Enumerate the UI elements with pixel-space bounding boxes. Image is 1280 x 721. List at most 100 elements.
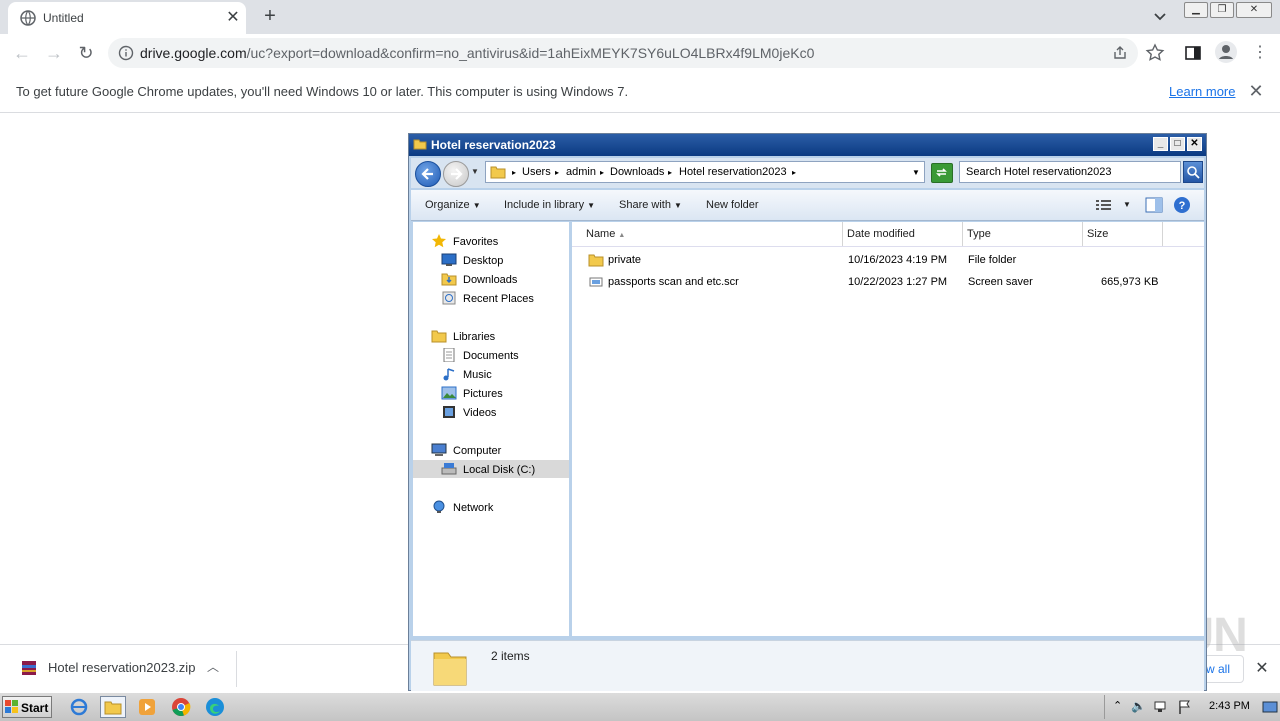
restore-button[interactable]: ❐ (1210, 2, 1234, 18)
taskbar-internet-explorer[interactable] (66, 696, 92, 718)
close-window-button[interactable]: ✕ (1236, 2, 1272, 18)
column-type[interactable]: Type (967, 228, 991, 240)
view-options-icon[interactable] (1095, 198, 1113, 212)
search-icon[interactable] (1183, 161, 1203, 183)
explorer-back-button[interactable] (415, 161, 441, 187)
crumb-arrow[interactable]: ▸ (512, 168, 516, 177)
profile-avatar-icon[interactable] (1214, 40, 1238, 64)
download-file-name[interactable]: Hotel reservation2023.zip (48, 660, 195, 675)
column-name[interactable]: Name ▲ (586, 228, 625, 240)
folder-icon (588, 254, 604, 267)
file-list-pane: Name ▲ Date modified Type Size private 1… (572, 222, 1204, 636)
tab-close-icon[interactable]: ✕ (224, 8, 242, 28)
network-icon (433, 500, 445, 513)
explorer-forward-button[interactable] (443, 161, 469, 187)
table-row[interactable]: private 10/16/2023 4:19 PM File folder (572, 250, 1204, 270)
nav-libraries[interactable]: Libraries (453, 331, 495, 343)
nav-documents[interactable]: Documents (463, 350, 519, 362)
item-count: 2 items (491, 649, 530, 663)
back-arrow-icon[interactable]: ← (10, 42, 34, 64)
column-date-modified[interactable]: Date modified (847, 228, 915, 240)
column-divider[interactable] (962, 222, 963, 246)
nav-desktop[interactable]: Desktop (463, 255, 503, 267)
tab-untitled[interactable]: Untitled ✕ (8, 2, 246, 34)
explorer-search-input[interactable]: Search Hotel reservation2023 (959, 161, 1181, 183)
shelf-close-icon[interactable]: ✕ (1252, 659, 1272, 679)
column-name-label: Name (586, 228, 616, 240)
taskbar-explorer[interactable] (100, 696, 126, 718)
column-divider[interactable] (1162, 222, 1163, 246)
breadcrumb-hotel-reservation2023[interactable]: Hotel reservation2023 (679, 166, 787, 178)
infobar-close-icon[interactable]: ✕ (1246, 81, 1266, 101)
breadcrumb-admin[interactable]: admin (566, 166, 596, 178)
taskbar-edge[interactable] (202, 696, 228, 718)
address-bar[interactable]: drive.google.com/uc?export=download&conf… (108, 38, 1138, 68)
taskbar: Start ⌃ 🔈 2:43 PM (0, 692, 1280, 721)
star-icon[interactable] (1144, 42, 1166, 64)
menu-kebab-icon[interactable]: ⋮ (1248, 42, 1272, 64)
nav-network[interactable]: Network (453, 502, 493, 514)
volume-icon[interactable]: 🔈 (1131, 699, 1146, 713)
media-player-icon (139, 699, 155, 715)
recent-pages-chevron-icon[interactable]: ▼ (471, 167, 479, 176)
breadcrumb-downloads[interactable]: Downloads (610, 166, 664, 178)
organize-button[interactable]: Organize ▼ (425, 199, 481, 211)
forward-arrow-icon[interactable]: → (42, 42, 66, 64)
crumb-arrow[interactable]: ▸ (792, 168, 796, 177)
explorer-title-bar[interactable]: Hotel reservation2023 _ □ ✕ (409, 134, 1206, 156)
column-divider[interactable] (1082, 222, 1083, 246)
system-tray: ⌃ 🔈 2:43 PM (1104, 695, 1280, 719)
nav-local-disk[interactable]: Local Disk (C:) (463, 464, 535, 476)
table-row[interactable]: passports scan and etc.scr 10/22/2023 1:… (572, 272, 1204, 292)
nav-downloads[interactable]: Downloads (463, 274, 517, 286)
reload-icon[interactable]: ↻ (74, 42, 98, 64)
nav-videos[interactable]: Videos (463, 407, 496, 419)
minimize-button[interactable]: ▁ (1184, 2, 1208, 18)
explorer-maximize-button[interactable]: □ (1170, 137, 1185, 151)
file-name: passports scan and etc.scr (608, 276, 739, 288)
taskbar-chrome[interactable] (168, 696, 194, 718)
explorer-address-bar[interactable]: ▸ Users ▸ admin ▸ Downloads ▸ Hotel rese… (485, 161, 925, 183)
view-chevron-icon[interactable]: ▼ (1123, 200, 1131, 209)
breadcrumb-users[interactable]: Users (522, 166, 551, 178)
column-divider[interactable] (842, 222, 843, 246)
libraries-icon (431, 330, 447, 343)
column-size[interactable]: Size (1087, 228, 1108, 240)
address-history-chevron-icon[interactable]: ▼ (912, 168, 920, 177)
crumb-arrow[interactable]: ▸ (668, 168, 672, 177)
crumb-arrow[interactable]: ▸ (600, 168, 604, 177)
side-panel-icon[interactable] (1182, 42, 1204, 64)
share-with-button[interactable]: Share with ▼ (619, 199, 682, 211)
explorer-minimize-button[interactable]: _ (1153, 137, 1168, 151)
nav-computer[interactable]: Computer (453, 445, 501, 457)
recent-places-icon (442, 291, 456, 305)
include-in-library-button[interactable]: Include in library ▼ (504, 199, 595, 211)
action-center-flag-icon[interactable] (1177, 699, 1193, 715)
chevron-down-icon[interactable] (1150, 6, 1170, 26)
help-icon[interactable]: ? (1173, 196, 1191, 214)
organize-label: Organize (425, 199, 470, 211)
nav-music[interactable]: Music (463, 369, 492, 381)
chevron-up-icon[interactable]: ︿ (204, 657, 222, 677)
show-desktop-icon[interactable] (1261, 699, 1279, 715)
preview-pane-icon[interactable] (1145, 197, 1163, 213)
new-folder-button[interactable]: New folder (706, 199, 759, 211)
network-tray-icon[interactable] (1153, 699, 1169, 715)
info-icon[interactable] (118, 45, 134, 61)
start-button[interactable]: Start (2, 696, 52, 718)
url-path: /uc?export=download&confirm=no_antivirus… (246, 45, 815, 61)
new-tab-button[interactable]: + (258, 4, 282, 28)
explorer-close-button[interactable]: ✕ (1187, 137, 1202, 151)
refresh-icon[interactable] (931, 163, 953, 183)
show-hidden-icons[interactable]: ⌃ (1113, 699, 1122, 712)
share-icon[interactable] (1112, 45, 1128, 61)
taskbar-media-player[interactable] (134, 696, 160, 718)
learn-more-link[interactable]: Learn more (1169, 84, 1235, 99)
tab-title: Untitled (43, 11, 84, 25)
nav-recent-places[interactable]: Recent Places (463, 293, 534, 305)
nav-favorites[interactable]: Favorites (453, 236, 498, 248)
nav-pictures[interactable]: Pictures (463, 388, 503, 400)
clock[interactable]: 2:43 PM (1209, 700, 1250, 712)
internet-explorer-icon (70, 698, 88, 716)
crumb-arrow[interactable]: ▸ (555, 168, 559, 177)
